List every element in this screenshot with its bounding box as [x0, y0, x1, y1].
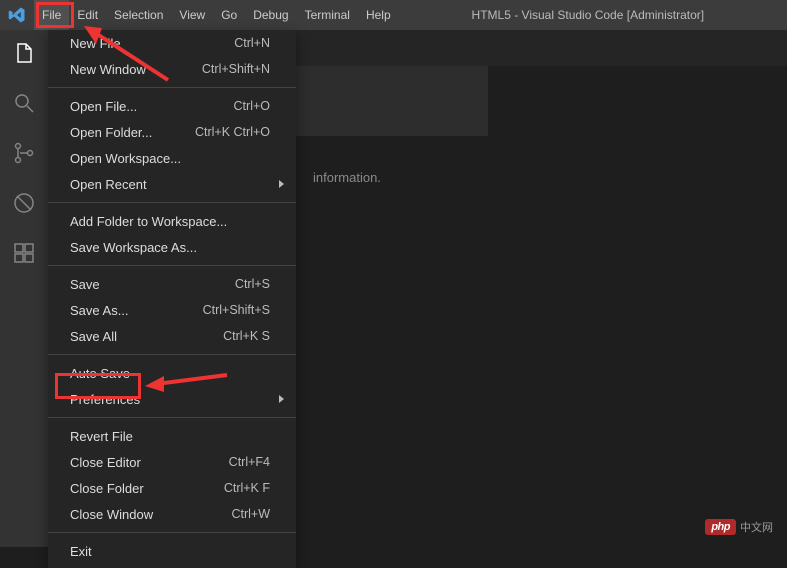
- file-menu-dropdown: New FileCtrl+N New WindowCtrl+Shift+N Op…: [48, 30, 296, 568]
- menu-save-as[interactable]: Save As...Ctrl+Shift+S: [48, 297, 296, 323]
- menu-close-editor[interactable]: Close EditorCtrl+F4: [48, 449, 296, 475]
- menu-go[interactable]: Go: [213, 0, 245, 30]
- menu-separator: [48, 354, 296, 355]
- menu-bar: File Edit Selection View Go Debug Termin…: [0, 0, 787, 30]
- menu-debug[interactable]: Debug: [245, 0, 296, 30]
- menu-open-workspace[interactable]: Open Workspace...: [48, 145, 296, 171]
- menu-exit[interactable]: Exit: [48, 538, 296, 564]
- vscode-logo-icon: [8, 6, 26, 24]
- debug-icon[interactable]: [11, 190, 37, 216]
- watermark-text: 中文网: [740, 519, 773, 535]
- menu-auto-save[interactable]: Auto Save: [48, 360, 296, 386]
- menu-open-file[interactable]: Open File...Ctrl+O: [48, 93, 296, 119]
- menu-add-folder[interactable]: Add Folder to Workspace...: [48, 208, 296, 234]
- menu-separator: [48, 265, 296, 266]
- activity-bar: [0, 30, 48, 547]
- watermark-badge: php: [705, 519, 736, 535]
- menu-save-all[interactable]: Save AllCtrl+K S: [48, 323, 296, 349]
- explorer-icon[interactable]: [11, 40, 37, 66]
- menu-help[interactable]: Help: [358, 0, 399, 30]
- search-icon[interactable]: [11, 90, 37, 116]
- watermark: php 中文网: [705, 519, 773, 535]
- source-control-icon[interactable]: [11, 140, 37, 166]
- window-title: HTML5 - Visual Studio Code [Administrato…: [399, 8, 787, 22]
- menu-selection[interactable]: Selection: [106, 0, 171, 30]
- menu-close-window[interactable]: Close WindowCtrl+W: [48, 501, 296, 527]
- menu-terminal[interactable]: Terminal: [297, 0, 358, 30]
- menu-view[interactable]: View: [171, 0, 213, 30]
- menu-save[interactable]: SaveCtrl+S: [48, 271, 296, 297]
- menu-close-folder[interactable]: Close FolderCtrl+K F: [48, 475, 296, 501]
- info-text: information.: [313, 170, 381, 185]
- menu-separator: [48, 202, 296, 203]
- chevron-right-icon: [279, 395, 284, 403]
- menu-separator: [48, 417, 296, 418]
- menu-new-file[interactable]: New FileCtrl+N: [48, 30, 296, 56]
- menu-open-recent[interactable]: Open Recent: [48, 171, 296, 197]
- extensions-icon[interactable]: [11, 240, 37, 266]
- menu-new-window[interactable]: New WindowCtrl+Shift+N: [48, 56, 296, 82]
- chevron-right-icon: [279, 180, 284, 188]
- menu-revert-file[interactable]: Revert File: [48, 423, 296, 449]
- menu-separator: [48, 532, 296, 533]
- menu-edit[interactable]: Edit: [69, 0, 106, 30]
- menu-save-workspace-as[interactable]: Save Workspace As...: [48, 234, 296, 260]
- menu-file[interactable]: File: [34, 0, 69, 30]
- menu-preferences[interactable]: Preferences: [48, 386, 296, 412]
- menu-open-folder[interactable]: Open Folder...Ctrl+K Ctrl+O: [48, 119, 296, 145]
- menu-separator: [48, 87, 296, 88]
